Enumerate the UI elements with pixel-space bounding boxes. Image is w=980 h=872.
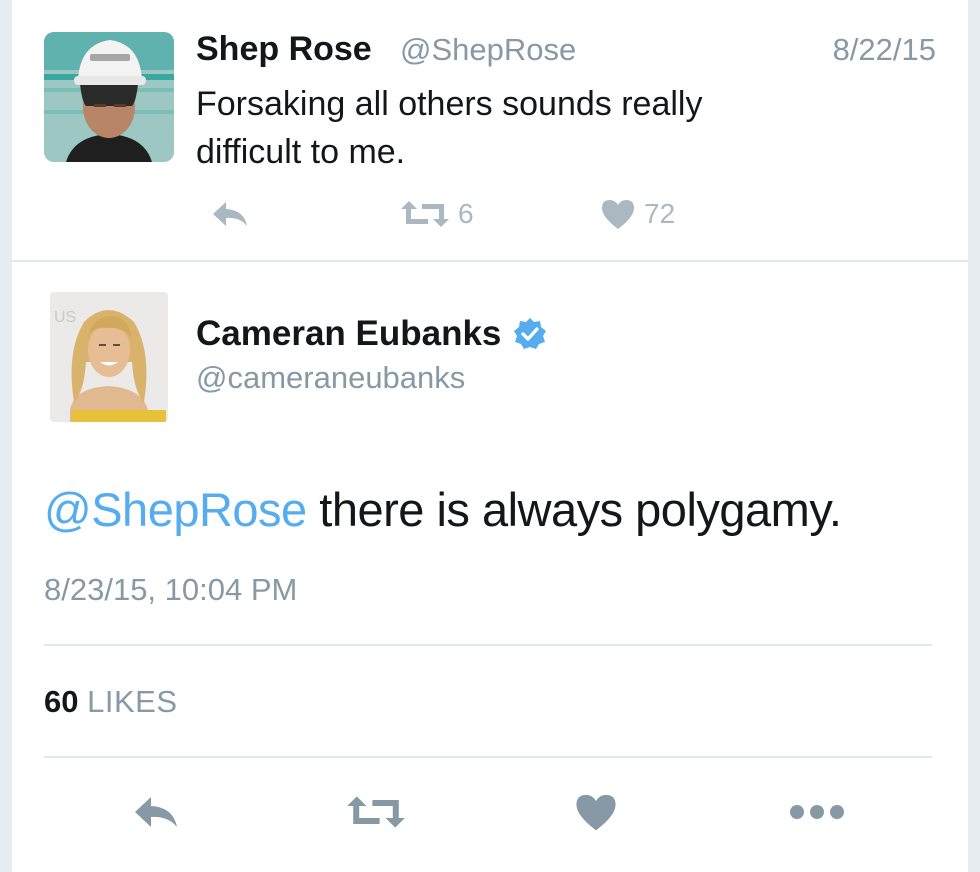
- tweet-text-line: difficult to me.: [196, 133, 406, 171]
- retweet-button[interactable]: [346, 788, 406, 836]
- retweet-icon: [401, 201, 449, 227]
- verified-badge-icon: [514, 318, 547, 349]
- more-button[interactable]: [788, 788, 846, 836]
- tweet-text: @ShepRose there is always polygamy.: [44, 480, 944, 540]
- likes-count: 60: [44, 684, 79, 719]
- likes-summary[interactable]: 60 LIKES: [44, 684, 178, 720]
- tweet-body: there is always polygamy.: [306, 483, 842, 536]
- mention-link[interactable]: @ShepRose: [44, 483, 307, 536]
- tweet-actions: 6 72: [196, 192, 716, 236]
- svg-text:US: US: [54, 309, 76, 326]
- retweet-button[interactable]: 6: [400, 192, 474, 236]
- tweet-text: Forsaking all others sounds really diffi…: [196, 80, 876, 176]
- retweet-icon: [347, 796, 405, 828]
- reply-icon: [135, 797, 177, 827]
- tweet-shep-rose[interactable]: Shep Rose @ShepRose 8/22/15 Forsaking al…: [12, 0, 968, 262]
- tweet-timestamp[interactable]: 8/23/15, 10:04 PM: [44, 572, 297, 608]
- reply-button[interactable]: [210, 192, 250, 236]
- author-name[interactable]: Cameran Eubanks: [196, 314, 501, 354]
- tweet-actions: [12, 788, 968, 836]
- retweet-count: 6: [458, 198, 474, 229]
- divider: [44, 756, 932, 758]
- author-name-row: Cameran Eubanks: [196, 314, 547, 354]
- like-button[interactable]: [574, 788, 618, 836]
- author-name[interactable]: Shep Rose: [196, 30, 372, 69]
- divider: [44, 644, 932, 646]
- tweet-text-line: Forsaking all others sounds really: [196, 85, 703, 123]
- author-handle[interactable]: @ShepRose: [400, 32, 576, 68]
- likes-label: LIKES: [87, 684, 178, 719]
- like-count: 72: [644, 198, 676, 229]
- more-dots-icon: [790, 805, 844, 819]
- like-button[interactable]: 72: [600, 192, 675, 236]
- tweet-date[interactable]: 8/22/15: [833, 32, 936, 68]
- author-handle[interactable]: @cameraneubanks: [196, 360, 465, 396]
- reply-button[interactable]: [132, 788, 180, 836]
- reply-icon: [213, 202, 247, 226]
- heart-icon: [576, 794, 616, 831]
- tweet-thread: Shep Rose @ShepRose 8/22/15 Forsaking al…: [12, 0, 968, 872]
- heart-icon: [602, 200, 634, 229]
- tweet-header: Shep Rose @ShepRose 8/22/15: [196, 30, 936, 72]
- avatar-shep-rose[interactable]: [44, 32, 174, 162]
- avatar-cameran-eubanks[interactable]: US: [50, 292, 168, 422]
- tweet-cameran-eubanks: US Cameran Eubanks @cameraneubanks @Shep…: [12, 262, 968, 872]
